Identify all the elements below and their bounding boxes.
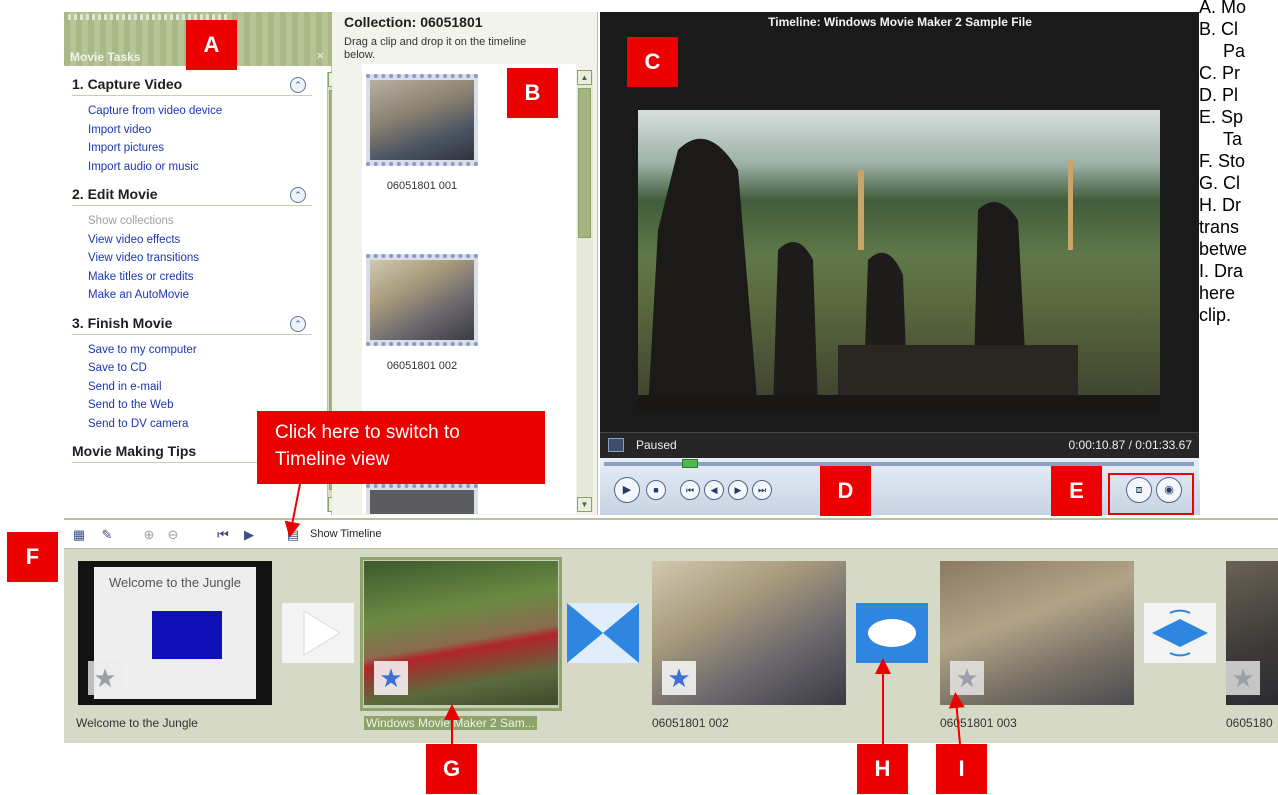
legend: A. Mo B. Cl Pa C. Pr D. Pl E. Sp Ta F. S… — [1199, 0, 1278, 480]
arrow-to-effect-i — [948, 692, 965, 745]
legend-line: betwe — [1199, 239, 1248, 259]
legend-line: G. Cl — [1199, 173, 1241, 193]
legend-line: trans — [1199, 217, 1240, 237]
screenshot-root: Movie Tasks × 1. Capture Video ⌃ Capture… — [0, 0, 1278, 795]
arrow-to-show-timeline — [284, 483, 301, 538]
legend-line: E. Sp — [1199, 107, 1244, 127]
legend-line: clip. — [1199, 305, 1232, 325]
legend-line: Ta — [1223, 129, 1243, 149]
legend-line: I. Dra — [1199, 261, 1244, 281]
legend-line: D. Pl — [1199, 85, 1239, 105]
legend-line: Pa — [1223, 41, 1246, 61]
legend-line: C. Pr — [1199, 63, 1241, 83]
legend-line: H. Dr — [1199, 195, 1241, 215]
legend-line: B. Cl — [1199, 19, 1239, 39]
legend-line: A. Mo — [1199, 0, 1247, 17]
callout-arrows — [284, 483, 965, 745]
legend-line: here — [1199, 283, 1236, 303]
legend-line: F. Sto — [1199, 151, 1246, 171]
